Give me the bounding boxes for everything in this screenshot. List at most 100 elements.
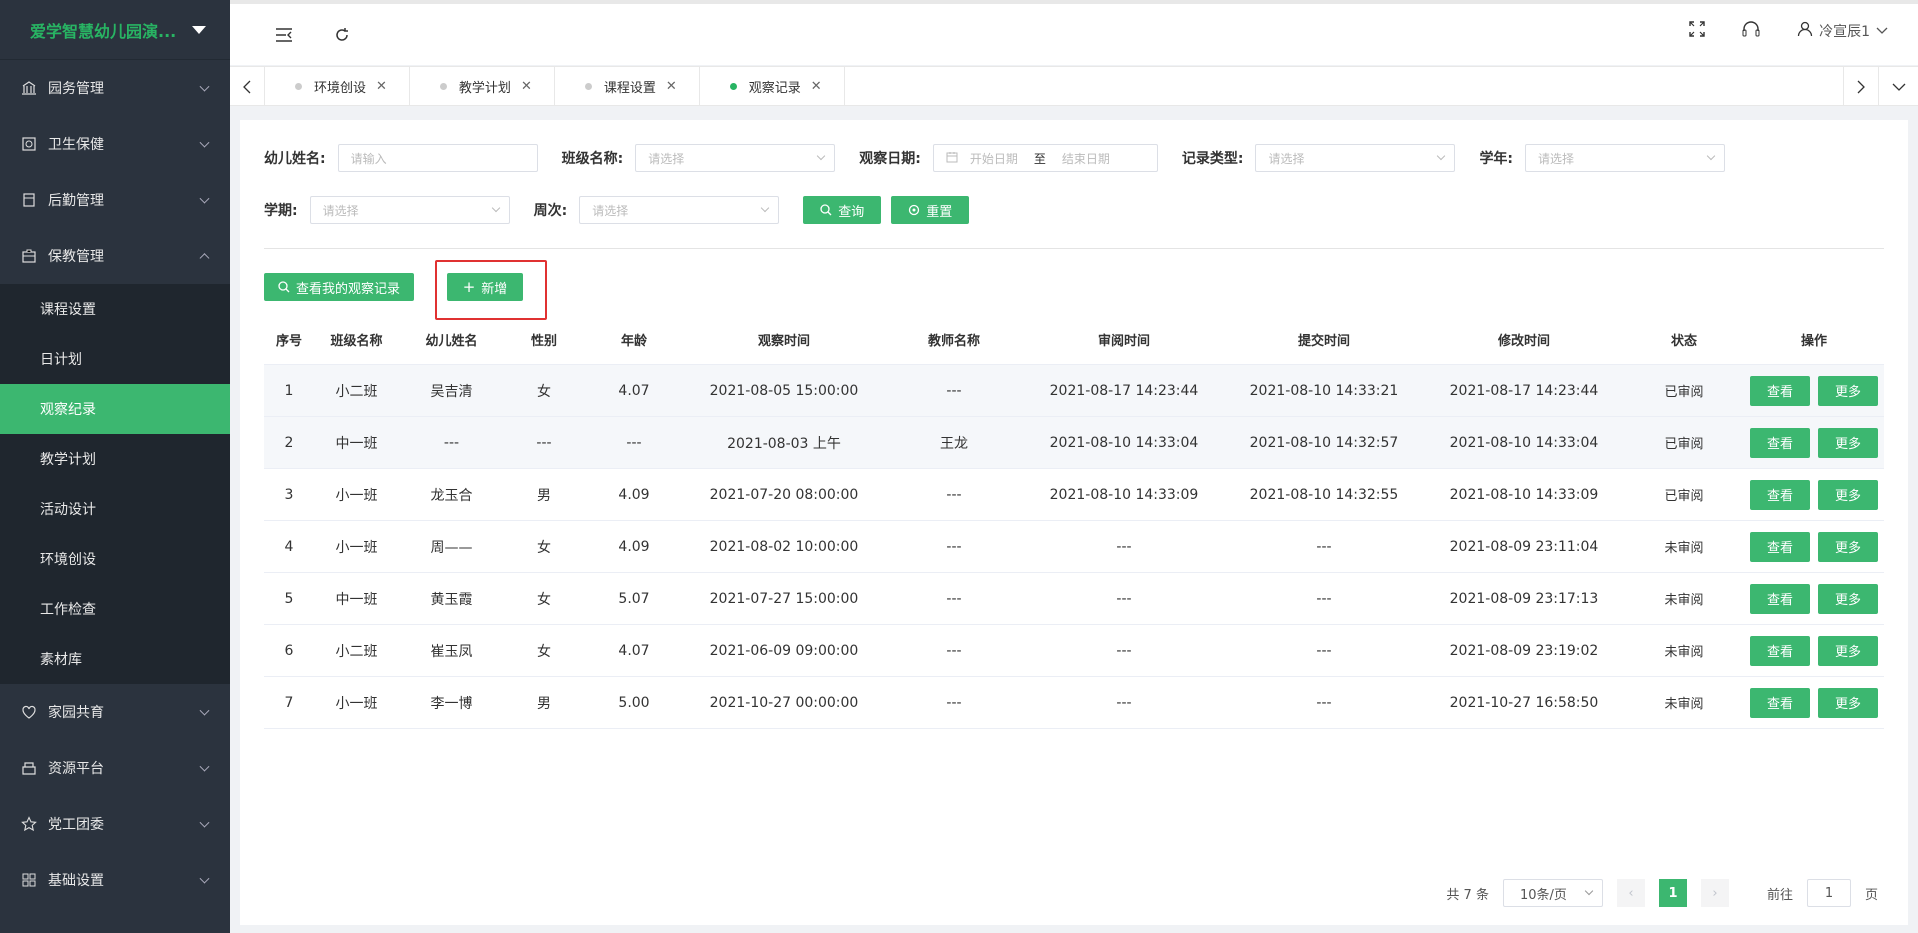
next-page-icon[interactable]: › <box>1700 879 1729 907</box>
brand-header[interactable]: 爱学智慧幼儿园演... <box>0 0 230 60</box>
highlight-annotation-box <box>435 260 547 320</box>
user-menu[interactable]: 冷宣辰1 <box>1797 21 1888 41</box>
submenu-education: 课程设置 日计划 观察纪录 教学计划 活动设计 环境创设 工作检查 素材库 <box>0 284 230 684</box>
prev-page-icon[interactable]: ‹ <box>1616 879 1645 907</box>
menu-item-menus3[interactable]: 保教管理 <box>0 228 230 284</box>
menu-fold-icon[interactable] <box>270 21 298 49</box>
menu-item-menus_bottom1[interactable]: 资源平台 <box>0 740 230 796</box>
submenu-item[interactable]: 活动设计 <box>0 484 230 534</box>
more-button[interactable]: 更多 <box>1818 479 1878 510</box>
submenu-item[interactable]: 工作检查 <box>0 584 230 634</box>
tabs-dropdown-icon[interactable] <box>1878 67 1918 106</box>
table-cell: 2021-08-10 14:33:04 <box>1449 434 1599 451</box>
fullscreen-icon[interactable] <box>1689 21 1705 41</box>
menu-item-menus0[interactable]: 园务管理 <box>0 60 230 116</box>
table-cell: 龙玉合 <box>430 487 473 504</box>
table-cell: 小一班 <box>335 487 378 504</box>
view-button[interactable]: 查看 <box>1750 479 1810 510</box>
chevron-icon <box>199 193 210 204</box>
table-cell: 7 <box>284 694 294 711</box>
tab-item[interactable]: 教学计划 ✕ <box>410 67 555 106</box>
more-button[interactable]: 更多 <box>1818 583 1878 614</box>
chevron-icon <box>199 137 210 148</box>
filter-row-1: 幼儿姓名: 请输入 班级名称: 请选择 观察日期: 开始日期 至 结束日期 记录… <box>264 144 1726 172</box>
table-cell: 已审阅 <box>1664 437 1704 452</box>
obs-date-range-picker[interactable]: 开始日期 至 结束日期 <box>932 144 1158 172</box>
submenu-item[interactable]: 教学计划 <box>0 434 230 484</box>
menu-item-menus1[interactable]: 卫生保健 <box>0 116 230 172</box>
column-header: 审阅时间 <box>1097 334 1150 349</box>
row-actions: 查看 更多 <box>1744 427 1884 458</box>
goto-page-input[interactable]: 1 <box>1806 879 1851 907</box>
submenu-item[interactable]: 素材库 <box>0 634 230 684</box>
table-cell: 未审阅 <box>1664 541 1704 556</box>
more-button[interactable]: 更多 <box>1818 635 1878 666</box>
query-button[interactable]: 查询 <box>803 196 882 224</box>
caret-down-icon[interactable] <box>192 25 206 34</box>
view-button[interactable]: 查看 <box>1750 583 1810 614</box>
submenu-item[interactable]: 观察纪录 <box>0 384 230 434</box>
table-cell: 4.09 <box>618 538 650 555</box>
close-icon[interactable]: ✕ <box>811 79 822 94</box>
tab-item[interactable]: 观察记录 ✕ <box>700 67 845 106</box>
main-card: 幼儿姓名: 请输入 班级名称: 请选择 观察日期: 开始日期 至 结束日期 记录… <box>240 120 1908 925</box>
menu-item-menus_bottom0[interactable]: 家园共育 <box>0 684 230 740</box>
page-number-current[interactable]: 1 <box>1658 879 1687 907</box>
page-size-select[interactable]: 10条/页 <box>1502 879 1603 907</box>
table-row: 6 小二班 崔玉凤 女 4.07 2021-06-09 09:00:00 --- --- ---… <box>264 625 1884 677</box>
my-records-button[interactable]: 查看我的观察记录 <box>264 273 414 301</box>
semester-label: 学期: <box>264 203 298 219</box>
row-actions: 查看 更多 <box>1744 375 1884 406</box>
menu-item-menus2[interactable]: 后勤管理 <box>0 172 230 228</box>
submenu-item[interactable]: 课程设置 <box>0 284 230 334</box>
reset-button[interactable]: 重置 <box>891 196 970 224</box>
close-icon[interactable]: ✕ <box>666 79 677 94</box>
table-cell: 男 <box>537 487 551 504</box>
more-button[interactable]: 更多 <box>1818 531 1878 562</box>
table-cell: 崔玉凤 <box>430 643 473 660</box>
table-cell: 2021-08-10 14:32:57 <box>1249 434 1399 451</box>
tabs-prev-icon[interactable] <box>230 67 265 106</box>
close-icon[interactable]: ✕ <box>376 79 387 94</box>
table-cell: 2021-08-10 14:33:21 <box>1249 382 1399 399</box>
more-button[interactable]: 更多 <box>1818 687 1878 718</box>
view-button[interactable]: 查看 <box>1750 427 1810 458</box>
column-header: 修改时间 <box>1497 334 1550 349</box>
menu-item-menus_bottom2[interactable]: 党工团委 <box>0 796 230 852</box>
star-icon <box>20 815 38 833</box>
chevron-icon <box>199 253 210 264</box>
more-button[interactable]: 更多 <box>1818 375 1878 406</box>
tabs-next-icon[interactable] <box>1843 67 1878 106</box>
semester-select[interactable]: 请选择 <box>309 196 510 224</box>
column-header: 状态 <box>1670 334 1697 349</box>
table-cell: 未审阅 <box>1664 645 1704 660</box>
school-year-select[interactable]: 请选择 <box>1525 144 1726 172</box>
records-table: 序号 班级名称 幼儿姓名 性别 年龄 观察时间 教师名称 审阅时间 提交时间 修改时间 状态 操作 1… <box>264 315 1884 729</box>
class-name-select[interactable]: 请选择 <box>635 144 836 172</box>
view-button[interactable]: 查看 <box>1750 375 1810 406</box>
record-type-select[interactable]: 请选择 <box>1255 144 1456 172</box>
table-cell: 女 <box>537 383 551 400</box>
table-header-row: 序号 班级名称 幼儿姓名 性别 年龄 观察时间 教师名称 审阅时间 提交时间 修改时间 状态 操作 <box>264 315 1884 365</box>
close-icon[interactable]: ✕ <box>521 79 532 94</box>
chevron-icon <box>199 873 210 884</box>
submenu-item[interactable]: 环境创设 <box>0 534 230 584</box>
tab-item[interactable]: 课程设置 ✕ <box>555 67 700 106</box>
view-button[interactable]: 查看 <box>1750 687 1810 718</box>
record-type-label: 记录类型: <box>1181 151 1244 167</box>
week-select[interactable]: 请选择 <box>579 196 780 224</box>
headset-icon[interactable] <box>1741 20 1761 42</box>
child-name-input[interactable]: 请输入 <box>337 144 538 172</box>
tab-item[interactable]: 环境创设 ✕ <box>265 67 410 106</box>
submenu-item[interactable]: 日计划 <box>0 334 230 384</box>
view-button[interactable]: 查看 <box>1750 635 1810 666</box>
table-cell: 2021-08-17 14:23:44 <box>1049 382 1199 399</box>
more-button[interactable]: 更多 <box>1818 427 1878 458</box>
sidebar: 爱学智慧幼儿园演... 园务管理 卫生保健 后勤管理 保教管理 课程设置 日计划 观察纪录… <box>0 0 230 933</box>
table-cell: 3 <box>284 486 294 503</box>
refresh-icon[interactable] <box>328 21 356 49</box>
row-actions: 查看 更多 <box>1744 635 1884 666</box>
menu-item-menus_bottom3[interactable]: 基础设置 <box>0 852 230 908</box>
view-button[interactable]: 查看 <box>1750 531 1810 562</box>
search-icon <box>820 204 832 216</box>
